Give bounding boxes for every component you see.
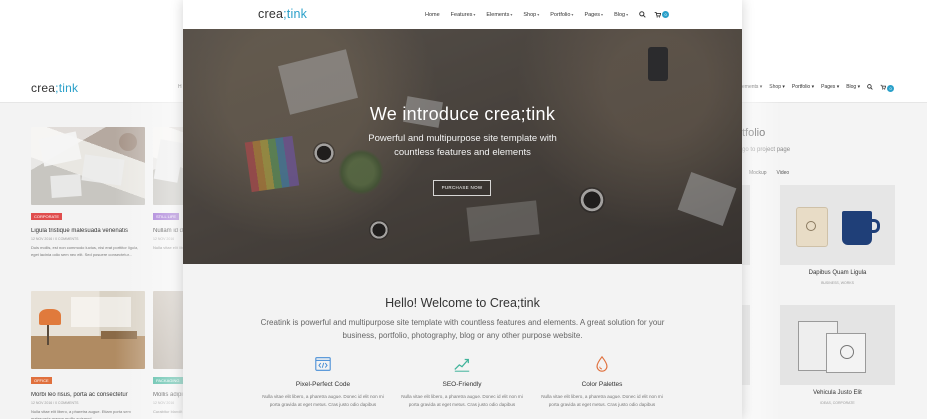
cart-count-badge: 0 — [887, 85, 895, 92]
filter-video[interactable]: Video — [777, 170, 790, 176]
welcome-section: Hello! Welcome to Crea;tink Creatink is … — [183, 264, 742, 419]
blog-preview-logo[interactable]: crea;tink — [31, 81, 78, 95]
search-icon[interactable] — [867, 84, 873, 92]
blog-preview-header: crea;tink H — [0, 73, 200, 103]
portfolio-filters: Mockup Video — [749, 170, 789, 176]
feature-seo-friendly: SEO-Friendly Nulla vitae elit libero, a … — [397, 355, 527, 409]
main-nav: Home Features▾ Elements▾ Shop▾ Portfolio… — [425, 11, 677, 18]
post-meta: 12 NOV 2016 / 0 COMMENTS — [31, 237, 79, 241]
portfolio-nav-item[interactable]: Shop ▾ — [769, 84, 785, 92]
nav-home[interactable]: Home — [425, 12, 440, 18]
nav-blog[interactable]: Blog▾ — [614, 12, 628, 18]
feature-title: SEO-Friendly — [442, 381, 482, 388]
nav-pages[interactable]: Pages▾ — [584, 12, 603, 18]
portfolio-item-category: IDEAS, CORPORATE — [820, 401, 855, 405]
portfolio-nav-item[interactable]: Blog ▾ — [846, 84, 860, 92]
chevron-down-icon: ▾ — [626, 11, 629, 17]
portfolio-preview-nav: ements ▾ Shop ▾ Portfolio ▾ Pages ▾ Blog… — [742, 84, 895, 92]
chevron-down-icon: ▾ — [537, 11, 540, 17]
cart-count-badge: 0 — [662, 11, 670, 18]
filter-mockup[interactable]: Mockup — [749, 170, 767, 176]
main-page-screen: crea;tink Home Features▾ Elements▾ Shop▾… — [183, 0, 742, 419]
feature-description: Nulla vitae elit libero, a pharetra augu… — [262, 394, 384, 407]
welcome-text: Creatink is powerful and multipurpose si… — [260, 318, 665, 340]
portfolio-item-image-partial[interactable] — [742, 185, 750, 265]
code-icon — [314, 355, 332, 373]
portfolio-heading: tfolio — [742, 127, 766, 139]
hero-subtitle: Powerful and multipurpose site template … — [368, 133, 557, 158]
post-title[interactable]: Ligula tristique malesuada venenatis — [31, 228, 145, 234]
chevron-down-icon: ▾ — [601, 11, 604, 17]
portfolio-subheading: go to project page — [742, 147, 791, 153]
feature-description: Nulla vitae elit libero, a pharetra augu… — [541, 394, 663, 407]
portfolio-item-image-partial[interactable] — [742, 305, 750, 385]
portfolio-item-image[interactable] — [780, 305, 895, 385]
post-excerpt: Nulla vitae elit libero, a pharetra augu… — [153, 245, 183, 250]
feature-title: Color Palettes — [581, 381, 623, 388]
chevron-down-icon: ▾ — [571, 11, 574, 17]
post-meta: 12 NOV 2016 / 0 COMMENTS — [31, 401, 79, 405]
post-category-badge[interactable]: OFFICE — [31, 377, 52, 384]
portfolio-nav-item[interactable]: Pages ▾ — [821, 84, 839, 92]
hero-section: We introduce crea;tink Powerful and mult… — [183, 29, 742, 264]
post-image[interactable] — [31, 127, 145, 205]
nav-elements[interactable]: Elements▾ — [486, 12, 512, 18]
portfolio-nav-item[interactable]: ements ▾ — [742, 84, 762, 92]
chevron-down-icon: ▾ — [473, 11, 476, 17]
post-title[interactable]: Morbi leo risus, porta ac consectetur — [31, 392, 145, 398]
blog-preview-nav-fragment[interactable]: H — [178, 84, 182, 90]
portfolio-preview-header: ements ▾ Shop ▾ Portfolio ▾ Pages ▾ Blog… — [742, 73, 927, 103]
chevron-down-icon: ▾ — [510, 11, 513, 17]
feature-description: Nulla vitae elit libero, a pharetra augu… — [401, 394, 523, 407]
post-category-badge[interactable]: PACKAGING — [153, 377, 183, 384]
feature-pixel-perfect: Pixel-Perfect Code Nulla vitae elit libe… — [258, 355, 388, 409]
search-icon[interactable] — [639, 11, 646, 18]
screenshot-stage: crea;tink H CORPORATE Ligula tristique m… — [0, 0, 927, 419]
welcome-title: Hello! Welcome to Crea;tink — [385, 296, 540, 310]
nav-shop[interactable]: Shop▾ — [523, 12, 539, 18]
feature-title: Pixel-Perfect Code — [295, 381, 351, 388]
post-category-badge[interactable]: CORPORATE — [31, 213, 63, 220]
portfolio-nav-item[interactable]: Portfolio ▾ — [792, 84, 814, 92]
drop-icon — [593, 355, 611, 373]
post-excerpt: Nulla vitae elit libero, a pharetra augu… — [31, 409, 131, 419]
portfolio-preview-screen: ements ▾ Shop ▾ Portfolio ▾ Pages ▾ Blog… — [742, 73, 927, 419]
portfolio-item-category: BUSINESS, WORKS — [821, 281, 854, 285]
cart-icon[interactable]: 0 — [880, 84, 895, 92]
purchase-now-button[interactable]: PURCHASE NOW — [433, 180, 491, 196]
main-header: crea;tink Home Features▾ Elements▾ Shop▾… — [183, 0, 742, 29]
portfolio-item-title[interactable]: Vehicula Justo Elit — [780, 390, 895, 396]
blog-post-card[interactable]: OFFICE Morbi leo risus, porta ac consect… — [31, 291, 145, 419]
blog-post-card[interactable]: CORPORATE Ligula tristique malesuada ven… — [31, 127, 145, 258]
post-image[interactable] — [31, 291, 145, 369]
hero-title: We introduce crea;tink — [369, 104, 556, 124]
blog-preview-screen: crea;tink H CORPORATE Ligula tristique m… — [0, 73, 267, 419]
post-excerpt: Duis mollis, est non commodo luctus, nis… — [31, 245, 139, 257]
nav-features[interactable]: Features▾ — [451, 12, 476, 18]
post-excerpt: Curabitur blandit tempus porttitor. Null… — [153, 409, 183, 414]
feature-color-palettes: Color Palettes Nulla vitae elit libero, … — [537, 355, 667, 409]
portfolio-item-image[interactable] — [780, 185, 895, 265]
site-logo[interactable]: crea;tink — [258, 7, 307, 21]
seo-icon — [453, 355, 471, 373]
post-category-badge[interactable]: STILL LIFE — [153, 213, 180, 220]
portfolio-item-title[interactable]: Dapibus Quam Ligula — [780, 270, 895, 276]
nav-portfolio[interactable]: Portfolio▾ — [550, 12, 573, 18]
cart-icon[interactable]: 0 — [654, 11, 670, 18]
